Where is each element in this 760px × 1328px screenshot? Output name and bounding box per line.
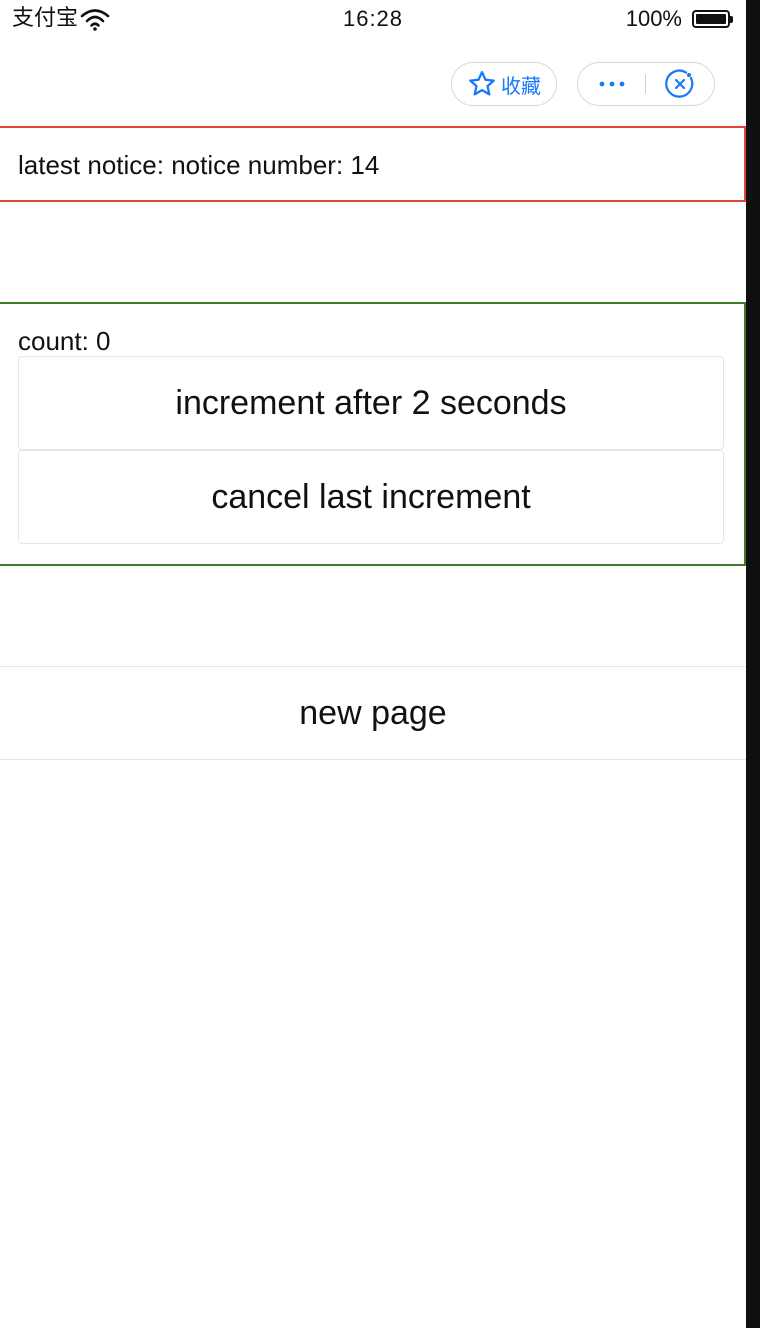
battery-percent: 100% [625, 6, 682, 31]
status-bar: 支付宝 16:28 100% [0, 0, 746, 40]
more-button[interactable] [578, 63, 646, 104]
battery-status: 100% [625, 4, 733, 34]
star-icon [469, 71, 495, 96]
favorite-label: 收藏 [501, 73, 541, 98]
latest-notice-text: latest notice: notice number: 14 [18, 150, 380, 180]
screen-edge [746, 0, 760, 1328]
count-text: count: 0 [18, 326, 111, 356]
more-icon [599, 81, 625, 86]
new-page-button[interactable]: new page [0, 666, 746, 760]
close-button[interactable] [647, 63, 713, 104]
increment-button[interactable]: increment after 2 seconds [18, 356, 724, 450]
capsule-divider [645, 74, 646, 94]
favorite-button[interactable]: 收藏 [451, 62, 557, 106]
close-icon [665, 69, 694, 98]
mini-app-capsule [577, 62, 715, 106]
battery-icon [692, 10, 733, 28]
cancel-increment-button[interactable]: cancel last increment [18, 450, 724, 544]
